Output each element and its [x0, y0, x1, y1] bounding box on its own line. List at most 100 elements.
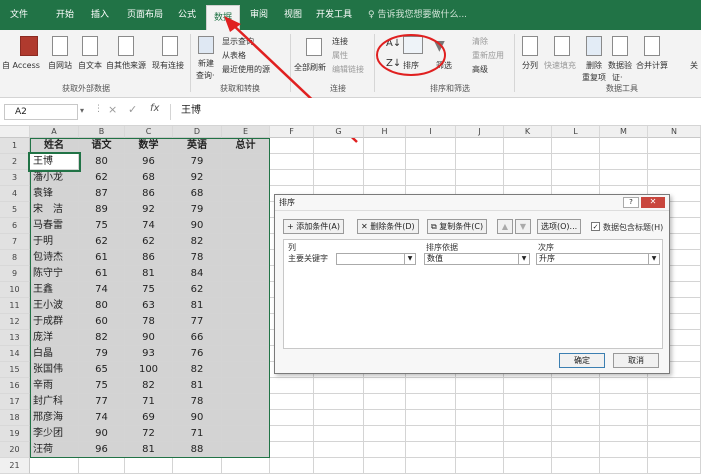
grid-cell[interactable]: [270, 426, 314, 442]
score-cell[interactable]: 90: [125, 330, 173, 346]
grid-cell[interactable]: [364, 410, 406, 426]
column-header[interactable]: C: [125, 126, 173, 138]
grid-cell[interactable]: [222, 442, 270, 458]
grid-cell[interactable]: [125, 458, 173, 474]
score-cell[interactable]: 75: [79, 218, 125, 234]
grid-cell[interactable]: [552, 458, 600, 474]
score-cell[interactable]: 90: [173, 218, 222, 234]
row-header[interactable]: 5: [0, 202, 30, 218]
grid-cell[interactable]: [504, 138, 552, 154]
grid-cell[interactable]: [222, 330, 270, 346]
score-cell[interactable]: 78: [173, 394, 222, 410]
grid-cell[interactable]: [552, 154, 600, 170]
grid-cell[interactable]: [222, 250, 270, 266]
grid-cell[interactable]: [406, 154, 456, 170]
grid-cell[interactable]: [504, 394, 552, 410]
name-cell[interactable]: 李少团: [30, 426, 79, 442]
score-cell[interactable]: 68: [173, 186, 222, 202]
name-cell[interactable]: 马春雷: [30, 218, 79, 234]
score-cell[interactable]: 65: [79, 362, 125, 378]
function-icon[interactable]: fx: [150, 103, 159, 114]
column-header[interactable]: E: [222, 126, 270, 138]
grid-cell[interactable]: [406, 138, 456, 154]
row-header[interactable]: 21: [0, 458, 30, 474]
grid-cell[interactable]: [504, 170, 552, 186]
score-cell[interactable]: 90: [79, 426, 125, 442]
delete-level-button[interactable]: ✕ 删除条件(D): [357, 219, 419, 234]
header-cell[interactable]: 总计: [222, 138, 270, 154]
row-header[interactable]: 3: [0, 170, 30, 186]
grid-cell[interactable]: [504, 378, 552, 394]
score-cell[interactable]: 61: [79, 250, 125, 266]
grid-cell[interactable]: [222, 218, 270, 234]
cancel-icon[interactable]: ×: [108, 103, 117, 116]
grid-cell[interactable]: [600, 138, 648, 154]
copy-level-button[interactable]: ⧉ 复制条件(C): [427, 219, 488, 234]
grid-cell[interactable]: [504, 410, 552, 426]
column-header[interactable]: M: [600, 126, 648, 138]
score-cell[interactable]: 84: [173, 266, 222, 282]
score-cell[interactable]: 88: [173, 442, 222, 458]
grid-cell[interactable]: [648, 394, 701, 410]
grid-cell[interactable]: [504, 154, 552, 170]
grid-cell[interactable]: [222, 186, 270, 202]
ok-button[interactable]: 确定: [559, 353, 605, 368]
score-cell[interactable]: 60: [79, 314, 125, 330]
grid-cell[interactable]: [406, 394, 456, 410]
grid-cell[interactable]: [270, 458, 314, 474]
grid-cell[interactable]: [600, 394, 648, 410]
name-cell[interactable]: 袁锋: [30, 186, 79, 202]
name-cell[interactable]: 张国伟: [30, 362, 79, 378]
score-cell[interactable]: 86: [125, 250, 173, 266]
score-cell[interactable]: 72: [125, 426, 173, 442]
grid-cell[interactable]: [648, 442, 701, 458]
grid-cell[interactable]: [406, 458, 456, 474]
grid-cell[interactable]: [314, 458, 364, 474]
score-cell[interactable]: 62: [79, 170, 125, 186]
select-all-corner[interactable]: [0, 126, 30, 138]
score-cell[interactable]: 75: [79, 378, 125, 394]
grid-cell[interactable]: [648, 378, 701, 394]
grid-cell[interactable]: [222, 282, 270, 298]
column-header[interactable]: N: [648, 126, 701, 138]
confirm-icon[interactable]: ✓: [128, 103, 137, 116]
name-cell[interactable]: 宋 洁: [30, 202, 79, 218]
score-cell[interactable]: 79: [173, 154, 222, 170]
grid-cell[interactable]: [222, 154, 270, 170]
grid-cell[interactable]: [406, 410, 456, 426]
grid-cell[interactable]: [364, 138, 406, 154]
grid-cell[interactable]: [600, 170, 648, 186]
grid-cell[interactable]: [314, 442, 364, 458]
name-cell[interactable]: 白晶: [30, 346, 79, 362]
grid-cell[interactable]: [314, 378, 364, 394]
column-header[interactable]: B: [79, 126, 125, 138]
row-header[interactable]: 18: [0, 410, 30, 426]
score-cell[interactable]: 63: [125, 298, 173, 314]
grid-cell[interactable]: [314, 138, 364, 154]
grid-cell[interactable]: [456, 154, 504, 170]
move-down-button[interactable]: ▼: [515, 219, 531, 234]
score-cell[interactable]: 74: [79, 282, 125, 298]
score-cell[interactable]: 74: [125, 218, 173, 234]
name-cell[interactable]: 辛雨: [30, 378, 79, 394]
header-cell[interactable]: 数学: [125, 138, 173, 154]
grid-cell[interactable]: [222, 346, 270, 362]
column-header[interactable]: A: [30, 126, 79, 138]
column-header[interactable]: D: [173, 126, 222, 138]
name-box[interactable]: A2: [4, 104, 78, 120]
score-cell[interactable]: 81: [125, 442, 173, 458]
grid-cell[interactable]: [364, 442, 406, 458]
row-header[interactable]: 11: [0, 298, 30, 314]
grid-cell[interactable]: [314, 154, 364, 170]
grid-cell[interactable]: [314, 394, 364, 410]
row-header[interactable]: 10: [0, 282, 30, 298]
score-cell[interactable]: 71: [173, 426, 222, 442]
grid-cell[interactable]: [270, 394, 314, 410]
grid-cell[interactable]: [600, 154, 648, 170]
row-header[interactable]: 15: [0, 362, 30, 378]
score-cell[interactable]: 71: [125, 394, 173, 410]
name-cell[interactable]: 王鑫: [30, 282, 79, 298]
score-cell[interactable]: 87: [79, 186, 125, 202]
order-select[interactable]: 升序 ▼: [536, 253, 660, 265]
grid-cell[interactable]: [364, 378, 406, 394]
